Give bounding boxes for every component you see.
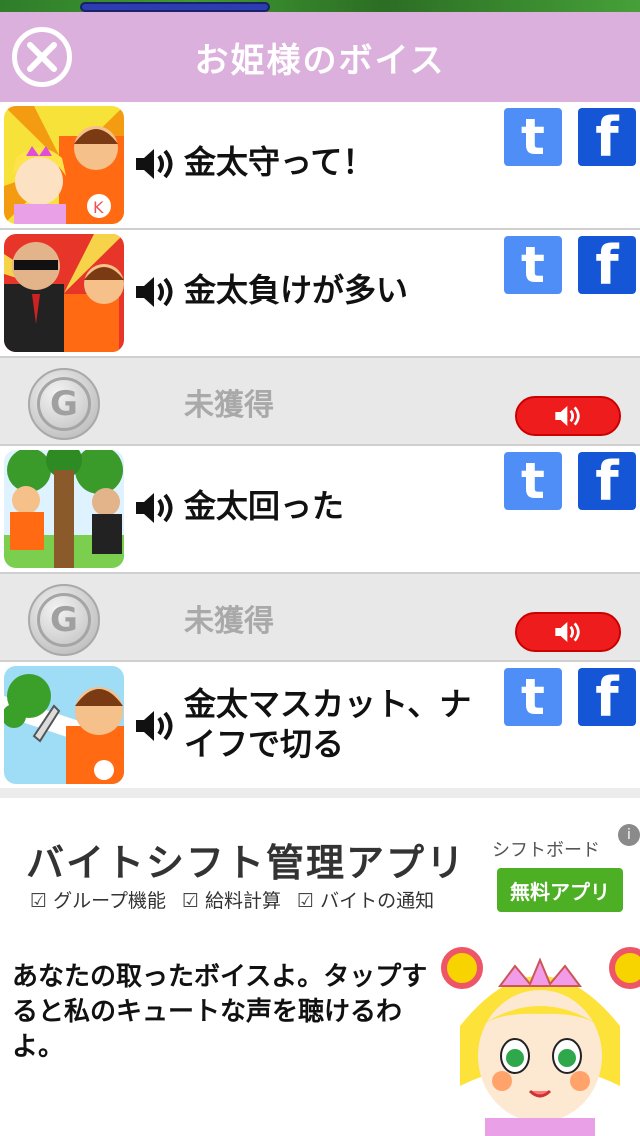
voice-thumbnail bbox=[4, 234, 124, 352]
voice-row-2[interactable]: 金太負けが多い t f bbox=[0, 230, 640, 358]
voice-row-6[interactable]: 金太マスカット、ナイフで切る t f bbox=[0, 662, 640, 790]
coin-icon: G bbox=[28, 584, 100, 656]
locked-label: 未獲得 bbox=[184, 388, 274, 423]
ad-features: グループ機能 給料計算 バイトの通知 bbox=[30, 886, 434, 913]
voice-list: K 金太守って！ t f 金太負けが多い t f G 未獲得 金太回った t f… bbox=[0, 102, 640, 790]
voice-thumbnail bbox=[4, 450, 124, 568]
facebook-share-button[interactable]: f bbox=[578, 234, 636, 297]
voice-thumbnail bbox=[4, 666, 124, 784]
play-voice-button[interactable] bbox=[515, 612, 621, 652]
facebook-share-button[interactable]: f bbox=[578, 666, 636, 729]
speaker-icon bbox=[555, 622, 580, 642]
voice-row-1[interactable]: K 金太守って！ t f bbox=[0, 102, 640, 230]
speaker-icon bbox=[136, 711, 173, 741]
princess-message: あなたの取ったボイスよ。タップすると私のキュートな声を聴けるわよ。 bbox=[12, 962, 428, 1062]
tumblr-share-button[interactable]: t bbox=[504, 236, 562, 294]
ad-brand-logo: シフトボード bbox=[492, 840, 600, 861]
speaker-icon bbox=[555, 406, 580, 426]
ad-feature: 給料計算 bbox=[182, 886, 281, 913]
ad-feature: バイトの通知 bbox=[297, 886, 434, 913]
ad-feature: グループ機能 bbox=[30, 886, 166, 913]
voice-title: 金太負けが多い bbox=[184, 271, 409, 309]
tumblr-share-button[interactable]: t bbox=[504, 452, 562, 510]
tumblr-share-button[interactable]: t bbox=[504, 668, 562, 726]
voice-thumbnail: K bbox=[4, 106, 124, 224]
game-progress-bar bbox=[80, 2, 270, 12]
voice-row-4[interactable]: 金太回った t f bbox=[0, 446, 640, 574]
voice-title: 金太回った bbox=[184, 487, 345, 525]
svg-text:K: K bbox=[93, 198, 104, 217]
close-icon bbox=[27, 42, 57, 72]
coin-icon: G bbox=[28, 368, 100, 440]
speaker-icon bbox=[136, 149, 173, 179]
facebook-share-button[interactable]: f bbox=[578, 450, 636, 513]
info-icon[interactable]: i bbox=[618, 824, 640, 846]
ad-cta-button[interactable]: 無料アプリ bbox=[497, 868, 623, 912]
voice-row-locked: G 未獲得 bbox=[0, 358, 640, 446]
princess-message-area: あなたの取ったボイスよ。タップすると私のキュートな声を聴けるわよ。 bbox=[0, 922, 640, 1136]
tumblr-share-button[interactable]: t bbox=[504, 108, 562, 166]
voice-row-locked: G 未獲得 bbox=[0, 574, 640, 662]
princess-avatar bbox=[440, 946, 640, 1136]
facebook-share-button[interactable]: f bbox=[578, 106, 636, 169]
play-voice-button[interactable] bbox=[515, 396, 621, 436]
locked-label: 未獲得 bbox=[184, 604, 274, 639]
voice-title: 金太守って！ bbox=[184, 143, 375, 181]
header: お姫様のボイス bbox=[0, 12, 640, 102]
page-title: お姫様のボイス bbox=[194, 40, 446, 81]
ad-title: バイトシフト管理アプリ bbox=[26, 841, 467, 885]
status-strip bbox=[0, 0, 640, 12]
speaker-icon bbox=[136, 493, 173, 523]
list-item bbox=[0, 788, 640, 798]
voice-title: 金太マスカット、ナイフで切る bbox=[184, 685, 472, 763]
close-button[interactable] bbox=[12, 27, 72, 87]
ad-banner[interactable]: バイトシフト管理アプリ グループ機能 給料計算 バイトの通知 シフトボード 無料… bbox=[0, 822, 640, 922]
speaker-icon bbox=[136, 277, 173, 307]
